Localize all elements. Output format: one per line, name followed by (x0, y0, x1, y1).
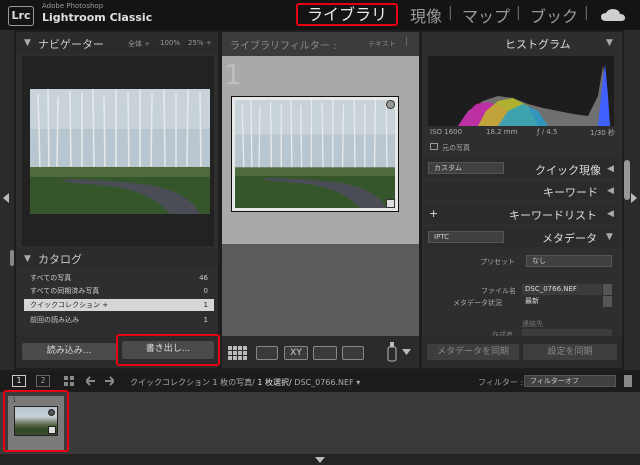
filename-label: ファイル名 (481, 287, 516, 295)
collapse-left-icon[interactable] (2, 193, 10, 203)
module-library-tab[interactable]: ライブラリ (296, 3, 398, 26)
aperture: ƒ / 4.5 (537, 128, 558, 136)
quick-develop-preset[interactable]: カスタム (428, 162, 504, 174)
catalog-item-label: すべての写真 (30, 274, 72, 282)
zoom-100[interactable]: 100% (160, 39, 180, 47)
expand-triangle-icon[interactable]: ◀ (607, 164, 614, 174)
grid-thumbnail-photo[interactable] (235, 100, 395, 208)
catalog-item-label: 前回の読み込み (30, 316, 79, 324)
original-photo-checkbox[interactable] (430, 143, 438, 150)
app-name: Lightroom Classic (42, 11, 153, 24)
collapse-triangle-icon[interactable]: ▼ (606, 38, 613, 48)
module-separator: | (584, 5, 589, 21)
collapse-triangle-icon[interactable]: ▼ (24, 38, 31, 48)
module-separator: | (516, 5, 521, 21)
filter-divider: | (405, 37, 409, 47)
module-develop-tab[interactable]: 現像 (410, 3, 442, 27)
photo-count: 1 枚の写真/ (212, 378, 255, 387)
edit-badge-icon[interactable] (386, 199, 395, 208)
people-view-icon[interactable] (342, 346, 364, 360)
original-photo-label: 元の写真 (442, 144, 470, 152)
zoom-25[interactable]: 25% ÷ (188, 39, 212, 47)
filter-dropdown[interactable]: フィルターオフ (524, 375, 616, 387)
import-button[interactable]: 読み込み... (22, 343, 116, 360)
catalog-item[interactable]: すべての同期済み写真 0 (24, 285, 214, 297)
add-keyword-button[interactable]: + (429, 207, 438, 220)
histogram-title: ヒストグラム (505, 38, 571, 51)
module-map-tab[interactable]: マップ (462, 3, 510, 27)
forward-arrow-icon[interactable] (104, 376, 114, 386)
filmstrip-highlight (3, 390, 69, 452)
badge-circle-icon[interactable] (386, 100, 395, 109)
list-icon[interactable] (603, 284, 612, 295)
primary-screen-button[interactable]: 1 (12, 375, 26, 387)
metadata-title: メタデータ (542, 232, 597, 245)
sync-settings-button[interactable]: 設定を同期 (523, 344, 617, 360)
collapse-triangle-icon[interactable]: ▼ (606, 232, 613, 242)
module-separator: | (448, 5, 453, 21)
collapse-triangle-icon[interactable]: ▼ (24, 254, 31, 264)
compare-view-icon[interactable]: XY (284, 346, 308, 360)
grid-view-icon[interactable] (228, 346, 248, 360)
left-scrollbar[interactable] (10, 250, 14, 266)
catalog-item-selected[interactable]: クイックコレクション + 1 (24, 299, 214, 311)
collapse-bottom-icon[interactable] (315, 457, 325, 463)
catalog-item-count: 1 (203, 301, 208, 309)
expand-triangle-icon[interactable]: ◀ (607, 186, 614, 196)
filter-title: ライブラリフィルター : (230, 41, 337, 52)
grid-icon[interactable] (64, 376, 74, 386)
filename-field[interactable]: DSC_0766.NEF (522, 284, 602, 295)
dropdown-arrow-icon[interactable] (402, 349, 411, 355)
focal-length: 18.2 mm (486, 128, 518, 136)
catalog-item-count: 0 (203, 287, 208, 295)
catalog-item[interactable]: すべての写真 46 (24, 272, 214, 284)
shutter-speed: 1/30 秒 (590, 129, 615, 137)
quick-develop-title: クイック現像 (535, 164, 601, 177)
module-book-tab[interactable]: ブック (530, 3, 578, 27)
catalog-item-count: 46 (199, 274, 208, 282)
metadata-status-value: 最新 (525, 297, 539, 305)
histogram-chart (428, 56, 614, 126)
filmstrip (0, 392, 640, 454)
filter-text-tab[interactable]: テキスト (368, 39, 396, 49)
catalog-item-label: すべての同期済み写真 (30, 287, 100, 295)
list-icon[interactable] (603, 296, 612, 307)
filter-label: フィルター : (478, 378, 524, 387)
survey-view-icon[interactable] (313, 346, 337, 360)
iso-value: ISO 1600 (430, 128, 463, 136)
zoom-fit[interactable]: 全体 ÷ (128, 39, 150, 49)
keyword-list-title: キーワードリスト (509, 209, 597, 222)
filter-lock-icon[interactable] (624, 375, 632, 387)
back-arrow-icon[interactable] (86, 376, 96, 386)
metadata-set-dropdown[interactable]: IPTC (428, 231, 504, 243)
source-name: クイックコレクション (130, 378, 210, 387)
sync-metadata-button[interactable]: メタデータを同期 (427, 344, 519, 360)
preset-label: プリセット (480, 258, 515, 266)
filename-menu: DSC_0766.NEF ▾ (294, 378, 361, 387)
catalog-title: カタログ (38, 253, 82, 266)
keywording-title: キーワード (543, 186, 598, 199)
catalog-item-count: 1 (203, 316, 208, 324)
collapse-right-icon[interactable] (630, 193, 638, 203)
metadata-status-label: メタデータ状況 (453, 299, 502, 307)
catalog-item-label: クイックコレクション + (30, 301, 109, 309)
painter-icon[interactable] (387, 342, 397, 362)
catalog-item[interactable]: 前回の読み込み 1 (24, 314, 214, 326)
selected-count: 1 枚選択/ (257, 378, 292, 387)
cell-index: 1 (224, 58, 242, 91)
loupe-view-icon[interactable] (256, 346, 278, 360)
cloud-icon[interactable] (600, 8, 626, 22)
expand-triangle-icon[interactable]: ◀ (607, 209, 614, 219)
navigator-title: ナビゲーター (38, 38, 104, 51)
preset-dropdown[interactable]: なし (526, 255, 612, 267)
lrc-logo: Lrc (8, 6, 34, 26)
vendor-label: Adobe Photoshop (42, 2, 104, 10)
navigator-photo (30, 89, 210, 214)
source-label[interactable]: クイックコレクション 1 枚の写真/ 1 枚選択/ DSC_0766.NEF ▾ (130, 377, 360, 388)
right-scrollbar[interactable] (624, 160, 630, 200)
secondary-screen-button[interactable]: 2 (36, 375, 50, 387)
export-button[interactable]: 書き出し... (122, 341, 214, 359)
contact-label: 連絡先 (522, 320, 543, 328)
